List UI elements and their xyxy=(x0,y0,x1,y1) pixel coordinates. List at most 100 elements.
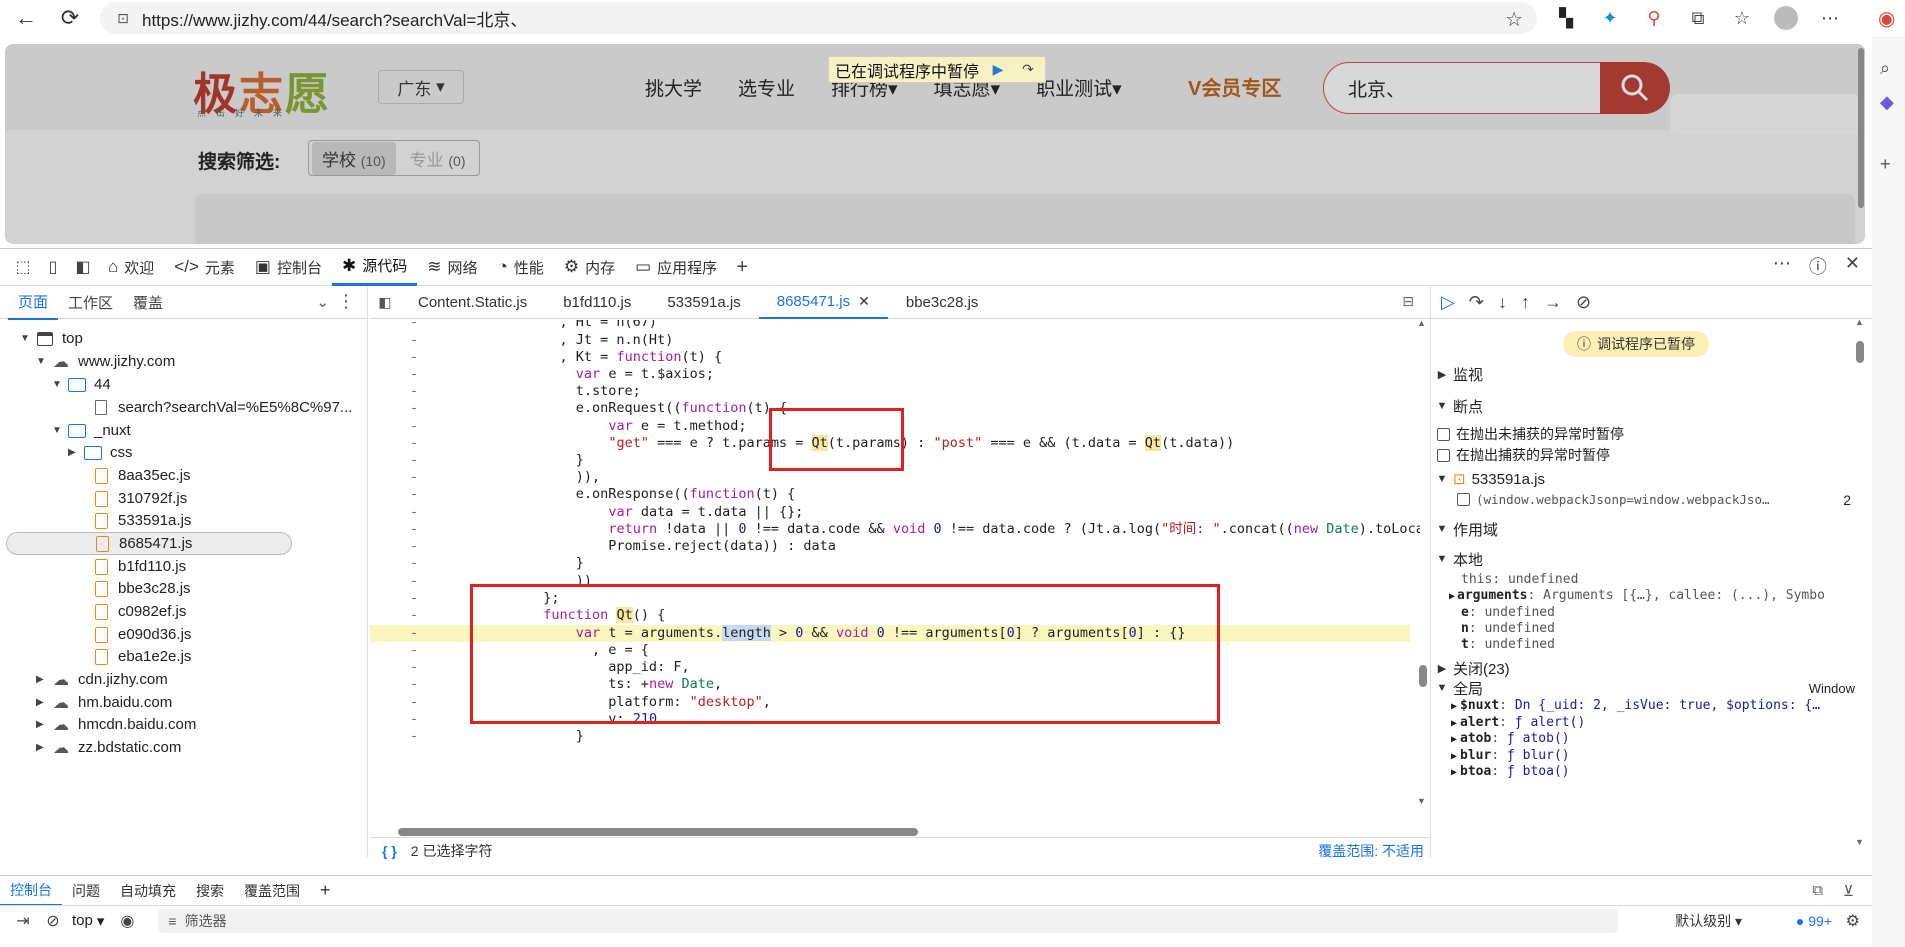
debugger-scrollbar[interactable]: ▲ ▼ xyxy=(1853,317,1867,857)
section-breakpoints[interactable]: ▼ 断点 xyxy=(1431,393,1851,419)
device-toolbar-icon[interactable]: ▯ xyxy=(38,252,68,282)
collapse-drawer-icon[interactable]: ⊻ xyxy=(1843,882,1854,900)
toggle-debugger-icon[interactable]: ⊟ xyxy=(1402,293,1414,310)
dock-side-icon[interactable]: ◧ xyxy=(68,252,98,282)
toggle-navigator-icon[interactable]: ◧ xyxy=(370,294,400,311)
vip-zone-link[interactable]: V会员专区 xyxy=(1188,72,1281,101)
context-select[interactable]: top ▾ xyxy=(72,912,104,930)
drawer-tab-coverage[interactable]: 覆盖范围 xyxy=(234,876,310,906)
tree-item[interactable]: 8aa35ec.js xyxy=(76,464,191,487)
favorite-star-icon[interactable]: ☆ xyxy=(1505,7,1523,32)
tree-item[interactable]: bbe3c28.js xyxy=(76,577,191,600)
pretty-print-icon[interactable]: { } xyxy=(382,843,397,859)
resume-icon[interactable]: ▷ xyxy=(1441,292,1455,313)
tree-item[interactable]: b1fd110.js xyxy=(76,555,186,578)
resume-icon[interactable]: ▶ xyxy=(987,60,1009,80)
tree-item[interactable]: e090d36.js xyxy=(76,623,191,646)
editor-tab-active[interactable]: 8685471.js ✕ xyxy=(758,287,888,319)
section-scope[interactable]: ▼ 作用域 xyxy=(1431,515,1851,543)
collapse-arrow-icon[interactable]: ▶ xyxy=(68,447,82,458)
sidebar-search-icon[interactable]: ⌕ xyxy=(1880,58,1890,79)
extension-icon-3[interactable]: ⚲ xyxy=(1640,4,1668,32)
tree-item[interactable]: ▶ ☁ zz.bdstatic.com xyxy=(36,736,181,759)
tab-memory[interactable]: ⚙ 内存 xyxy=(554,249,625,286)
tree-item[interactable]: ▼ ☁ www.jizhy.com xyxy=(36,350,175,373)
tab-network[interactable]: ≋ 网络 xyxy=(417,249,487,286)
favorites-icon[interactable]: ☆ xyxy=(1728,4,1756,32)
tab-performance[interactable]: ◔ 性能 xyxy=(488,249,554,286)
tab-application[interactable]: ▭ 应用程序 xyxy=(625,249,727,286)
scope-variable[interactable]: ▶ blur: ƒ blur() xyxy=(1451,748,1570,763)
tree-item[interactable]: 533591a.js xyxy=(76,509,191,532)
breakpoint-file[interactable]: ▼ ⊡ 533591a.js xyxy=(1431,467,1851,491)
site-info-icon[interactable]: ⊡ xyxy=(112,7,134,29)
console-filter-input[interactable]: ≡ 筛选器 xyxy=(158,908,1619,933)
editor-horizontal-scrollbar[interactable] xyxy=(380,825,1410,837)
tab-elements[interactable]: </> 元素 xyxy=(164,249,245,286)
tree-item[interactable]: search?searchVal=%E5%8C%97... xyxy=(76,396,352,419)
chevron-down-icon[interactable]: ⌄ xyxy=(316,293,329,311)
copilot-icon[interactable]: ◉ xyxy=(1878,6,1895,31)
collapse-arrow-icon[interactable]: ▶ xyxy=(36,742,50,753)
tree-item[interactable]: eba1e2e.js xyxy=(76,645,191,668)
tree-item[interactable]: ▼ 44 xyxy=(52,373,111,396)
issues-badge[interactable]: ● 99+ xyxy=(1796,913,1832,929)
nav-tab-page[interactable]: 页面 xyxy=(8,285,59,320)
tab-console[interactable]: ▣ 控制台 xyxy=(245,249,332,286)
pause-caught-checkbox[interactable]: 在抛出捕获的异常时暂停 xyxy=(1437,445,1610,465)
site-search-button[interactable] xyxy=(1600,62,1670,114)
extensions-puzzle-icon[interactable]: ⧉ xyxy=(1684,4,1712,32)
chip-school[interactable]: 学校 (10) xyxy=(312,141,396,175)
scope-variable[interactable]: e: undefined xyxy=(1461,605,1555,620)
console-settings-icon[interactable]: ⚙ xyxy=(1846,911,1860,931)
address-bar[interactable]: ⊡ https://www.jizhy.com/44/search?search… xyxy=(100,2,1537,34)
site-search-input[interactable]: 北京、 xyxy=(1323,62,1600,114)
clear-console-icon[interactable]: ⊘ xyxy=(38,911,68,931)
step-into-icon[interactable]: ↓ xyxy=(1498,292,1507,313)
editor-tab[interactable]: bbe3c28.js xyxy=(888,287,997,319)
extension-icon-2[interactable]: ✦ xyxy=(1596,4,1624,32)
tree-item[interactable]: ▶ css xyxy=(68,441,133,464)
collapse-arrow-icon[interactable]: ▶ xyxy=(36,697,50,708)
collapse-arrow-icon[interactable]: ▶ xyxy=(36,719,50,730)
coverage-status[interactable]: 覆盖范围: 不适用 xyxy=(1318,841,1424,861)
add-tab-icon[interactable]: + xyxy=(727,252,757,282)
drawer-tab-console[interactable]: 控制台 xyxy=(0,876,62,906)
step-over-icon[interactable]: ↷ xyxy=(1469,292,1484,313)
nav-item-universities[interactable]: 挑大学 xyxy=(645,74,702,101)
tree-item[interactable]: 8685471.js xyxy=(6,532,292,555)
breakpoint-item[interactable]: (window.webpackJsonp=window.webpackJso… 2 xyxy=(1457,492,1857,508)
tree-item[interactable]: ▼ top xyxy=(20,327,83,350)
back-button[interactable]: ← xyxy=(8,0,44,36)
close-tab-icon[interactable]: ✕ xyxy=(858,293,870,310)
section-watch[interactable]: ▶ 监视 xyxy=(1431,361,1851,387)
drawer-tab-search[interactable]: 搜索 xyxy=(186,876,234,906)
kebab-menu-icon[interactable]: ⋮ xyxy=(337,291,355,312)
profile-avatar-icon[interactable] xyxy=(1772,4,1800,32)
scope-closure[interactable]: ▶ 关闭(23) xyxy=(1431,658,1851,678)
nav-tab-overrides[interactable]: 覆盖 xyxy=(123,286,173,319)
scope-variable[interactable]: ▶ alert: ƒ alert() xyxy=(1451,715,1585,730)
tree-item[interactable]: 310792f.js xyxy=(76,487,187,510)
more-menu-icon[interactable]: ⋯ xyxy=(1816,4,1844,32)
tree-item[interactable]: c0982ef.js xyxy=(76,600,186,623)
extension-icon-1[interactable]: ▚ xyxy=(1552,4,1580,32)
expand-arrow-icon[interactable]: ▼ xyxy=(36,356,50,367)
live-expression-icon[interactable]: ◉ xyxy=(112,911,142,931)
code-lines[interactable]: - , Ht = n(67) - , Jt = n.n(Ht) - , Kt =… xyxy=(370,320,1420,810)
scope-variable[interactable]: t: undefined xyxy=(1461,637,1555,652)
step-over-icon[interactable]: ↷ xyxy=(1017,60,1039,80)
scope-variable[interactable]: ▶ atob: ƒ atob() xyxy=(1451,731,1570,746)
reload-button[interactable]: ⟳ xyxy=(52,0,88,36)
scope-global[interactable]: ▼ 全局 Window xyxy=(1431,678,1855,698)
scope-variable[interactable]: ▶ arguments: Arguments [{…}, callee: (...… xyxy=(1449,588,1825,603)
scope-variable[interactable]: ▶ $nuxt: Dn {_uid: 2, _isVue: true, $opti… xyxy=(1451,698,1820,713)
tree-item[interactable]: ▶ ☁ cdn.jizhy.com xyxy=(36,668,168,691)
drawer-tab-autofill[interactable]: 自动填充 xyxy=(110,876,186,906)
expand-arrow-icon[interactable]: ▼ xyxy=(20,333,34,344)
expand-arrow-icon[interactable]: ▼ xyxy=(52,379,66,390)
step-out-icon[interactable]: ↑ xyxy=(1521,292,1530,313)
editor-tab[interactable]: b1fd110.js xyxy=(545,287,649,319)
nav-tab-workspace[interactable]: 工作区 xyxy=(58,286,123,319)
dock-drawer-icon[interactable]: ⧉ xyxy=(1812,882,1823,900)
